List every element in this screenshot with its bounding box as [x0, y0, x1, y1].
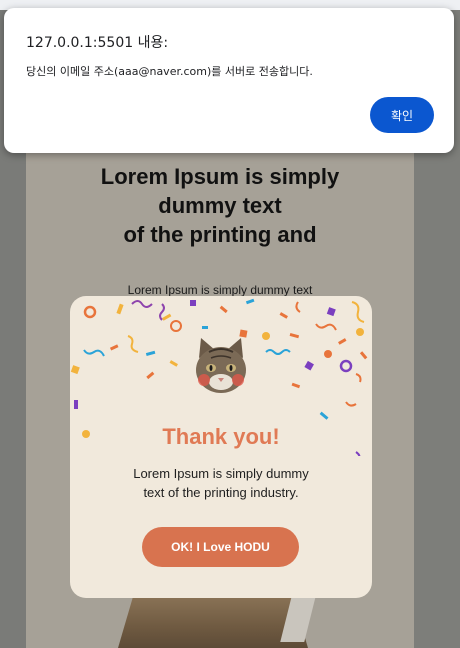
page-heading-line: dummy text	[158, 193, 282, 218]
alert-message: 당신의 이메일 주소(aaa@naver.com)를 서버로 전송합니다.	[26, 65, 313, 78]
alert-title: 127.0.0.1:5501 내용:	[26, 35, 169, 51]
alert-ok-button[interactable]: 확인	[370, 97, 434, 133]
page-subtext: Lorem Ipsum is simply dummy text	[127, 283, 313, 297]
page-heading-line: Lorem Ipsum is simply	[100, 164, 340, 189]
thank-you-modal: Thank you! Lorem Ipsum is simply dummy t…	[70, 296, 372, 598]
modal-text: Lorem Ipsum is simply dummy text of the …	[133, 466, 309, 500]
cat-face-icon	[196, 338, 246, 393]
ok-love-hodu-button[interactable]: OK! I Love HODU	[142, 527, 299, 567]
modal-title: Thank you!	[162, 424, 280, 449]
browser-viewport: Lorem Ipsum is simply dummy text of the …	[0, 0, 460, 648]
page-heading-line: of the printing and	[123, 222, 317, 247]
page-heading: Lorem Ipsum is simply dummy text of the …	[26, 162, 414, 249]
browser-alert-dialog: 127.0.0.1:5501 내용: 당신의 이메일 주소(aaa@naver.…	[4, 8, 454, 153]
